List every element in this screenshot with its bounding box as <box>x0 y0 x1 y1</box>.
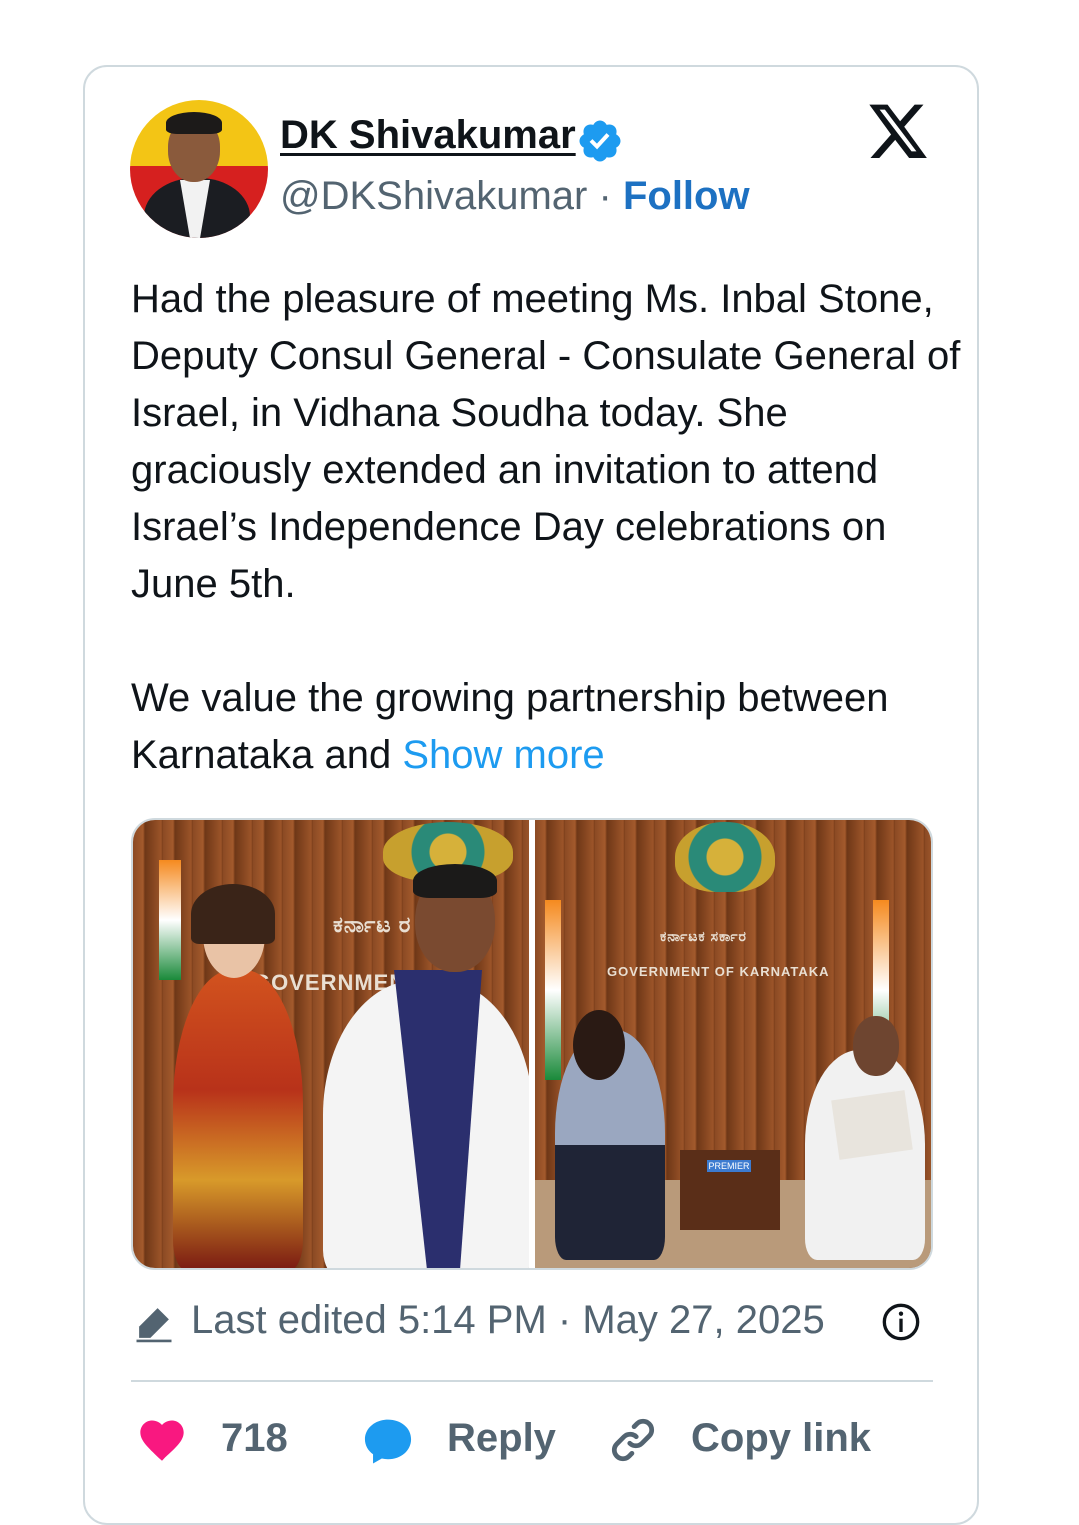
copy-link-button[interactable]: Copy link <box>607 1410 907 1470</box>
show-more-link[interactable]: Show more <box>402 733 604 777</box>
divider <box>131 1380 933 1382</box>
papers <box>831 1090 913 1160</box>
verified-badge-icon <box>579 120 621 162</box>
tweet-text: Had the pleasure of meeting Ms. Inbal St… <box>131 271 961 784</box>
like-count: 718 <box>221 1416 288 1460</box>
heart-icon <box>140 1420 184 1461</box>
man-hair <box>413 864 497 898</box>
author-handle[interactable]: @DKShivakumar <box>280 174 587 218</box>
tweet-paragraph-1: Had the pleasure of meeting Ms. Inbal St… <box>131 277 961 606</box>
karnataka-emblem <box>675 822 775 892</box>
reply-button[interactable]: Reply <box>359 1410 579 1470</box>
copy-link-label: Copy link <box>691 1416 872 1460</box>
wall-text-kannada: ಕರ್ನಾಟ ರ <box>333 912 412 937</box>
media-grid: ಕರ್ನಾಟ ರ GOVERNMENT AR ಕರ್ನಾಟಕ ಸರ್ಕಾರ GO… <box>131 818 933 1270</box>
woman-head <box>573 1010 625 1080</box>
man-head <box>853 1016 899 1076</box>
reply-bubble-icon <box>364 1419 412 1464</box>
flag-left <box>545 900 561 1080</box>
wall-text-kannada: ಕರ್ನಾಟಕ ಸರ್ಕಾರ <box>660 928 747 944</box>
like-button[interactable]: 718 <box>131 1410 301 1470</box>
edited-row: Last edited 5:14 PM · May 27, 2025 <box>131 1298 931 1348</box>
separator-dot: · <box>598 174 612 218</box>
avatar[interactable] <box>130 100 268 238</box>
avatar-hair <box>166 112 222 134</box>
author-name[interactable]: DK Shivakumar <box>280 113 576 158</box>
edited-timestamp[interactable]: Last edited 5:14 PM · May 27, 2025 <box>191 1298 825 1343</box>
info-icon[interactable] <box>881 1302 921 1342</box>
reply-label: Reply <box>447 1416 556 1460</box>
follow-button[interactable]: Follow <box>623 174 750 218</box>
wall-text-english: GOVERNMENT OF KARNATAKA <box>607 964 830 979</box>
action-bar: 718 Reply Copy link <box>131 1410 933 1470</box>
photo-2[interactable]: ಕರ್ನಾಟಕ ಸರ್ಕಾರ GOVERNMENT OF KARNATAKA P… <box>535 820 931 1268</box>
link-icon <box>611 1418 655 1462</box>
table-plaque: PREMIER <box>707 1160 751 1172</box>
x-logo-icon[interactable] <box>866 104 930 164</box>
flag <box>159 860 181 980</box>
handle-line: @DKShivakumar · Follow <box>280 174 750 219</box>
tweet-paragraph-2: We value the growing partnership between… <box>131 670 961 784</box>
pencil-edit-icon <box>136 1308 172 1343</box>
photo-1[interactable]: ಕರ್ನಾಟ ರ GOVERNMENT AR <box>133 820 529 1268</box>
woman-with-garland <box>173 970 303 1268</box>
woman-hair <box>191 884 275 944</box>
